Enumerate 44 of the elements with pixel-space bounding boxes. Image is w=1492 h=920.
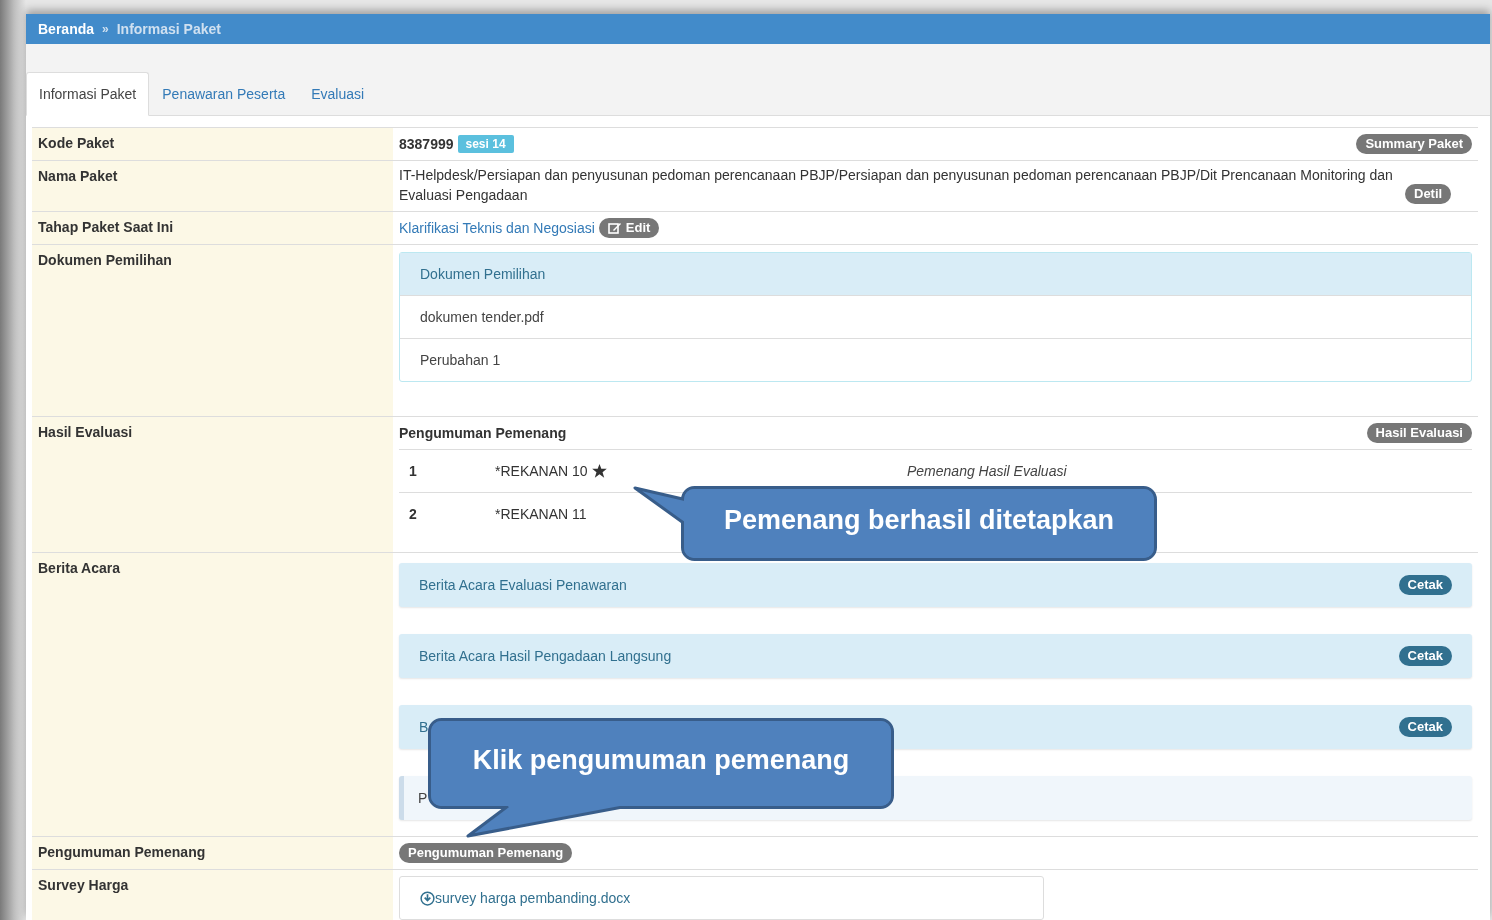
session-badge: sesi 14 bbox=[457, 135, 514, 153]
report-title[interactable]: P bbox=[418, 790, 428, 806]
field-label: Tahap Paket Saat Ini bbox=[38, 219, 174, 235]
vendor-name: *REKANAN 11 bbox=[495, 506, 587, 522]
report-title[interactable]: B bbox=[419, 719, 429, 735]
field-label: Berita Acara bbox=[38, 560, 120, 576]
breadcrumb-link[interactable]: Beranda bbox=[38, 21, 95, 37]
announcement-button[interactable]: Pengumuman Pemenang bbox=[399, 843, 573, 863]
vendor-name: *REKANAN 10 bbox=[495, 463, 588, 479]
stage-link[interactable]: Klarifikasi Teknis dan Negosiasi bbox=[399, 220, 595, 236]
edit-icon bbox=[607, 222, 622, 234]
field-label: Nama Paket bbox=[38, 168, 118, 184]
print-button[interactable]: Cetak bbox=[1398, 717, 1452, 737]
field-label: Hasil Evaluasi bbox=[38, 424, 133, 440]
breadcrumb-link[interactable]: Informasi Paket bbox=[116, 21, 221, 37]
detail-button[interactable]: Detil bbox=[1405, 184, 1452, 204]
winner-note: Pemenang Hasil Evaluasi bbox=[907, 463, 1068, 479]
field-label: Kode Paket bbox=[38, 135, 115, 151]
print-button[interactable]: Cetak bbox=[1398, 575, 1452, 595]
tab[interactable]: Evaluasi bbox=[298, 72, 378, 116]
field-label: Survey Harga bbox=[38, 877, 129, 893]
edit-button[interactable]: Edit bbox=[598, 218, 660, 238]
callout-text: Klik pengumuman pemenang bbox=[472, 745, 850, 776]
package-code: 8387999 bbox=[399, 136, 454, 152]
download-icon bbox=[420, 890, 435, 906]
document-item[interactable]: dokumen tender.pdf bbox=[400, 295, 1471, 338]
rank-number: 2 bbox=[409, 506, 418, 522]
report-title[interactable]: Berita Acara Evaluasi Penawaran bbox=[419, 577, 627, 593]
field-label: Pengumuman Pemenang bbox=[38, 844, 206, 860]
field-label: Dokumen Pemilihan bbox=[38, 252, 172, 268]
document-item[interactable]: Perubahan 1 bbox=[400, 338, 1471, 381]
section-heading: Pengumuman Pemenang bbox=[399, 425, 567, 441]
tab[interactable]: Informasi Paket bbox=[26, 72, 150, 116]
callout-text: Pemenang berhasil ditetapkan bbox=[723, 505, 1115, 536]
report-title[interactable]: Berita Acara Hasil Pengadaan Langsung bbox=[419, 648, 672, 664]
evaluation-button[interactable]: Hasil Evaluasi bbox=[1366, 423, 1472, 443]
panel-heading: Dokumen Pemilihan bbox=[400, 253, 1471, 295]
summary-button[interactable]: Summary Paket bbox=[1356, 134, 1472, 154]
tab[interactable]: Penawaran Peserta bbox=[149, 72, 299, 116]
file-link[interactable]: survey harga pembanding.docx bbox=[435, 890, 631, 906]
rank-number: 1 bbox=[409, 463, 418, 479]
package-name: IT-Helpdesk/Persiapan dan penyusunan pedoman perencanaan PBJP/Persiapan dan penyusunan pedoman perencanaan PBJP/Dit Prencanaan Monitoring dan Evaluasi Pengadaan bbox=[399, 166, 1394, 205]
breadcrumb-separator: » bbox=[102, 22, 109, 36]
print-button[interactable]: Cetak bbox=[1398, 646, 1452, 666]
